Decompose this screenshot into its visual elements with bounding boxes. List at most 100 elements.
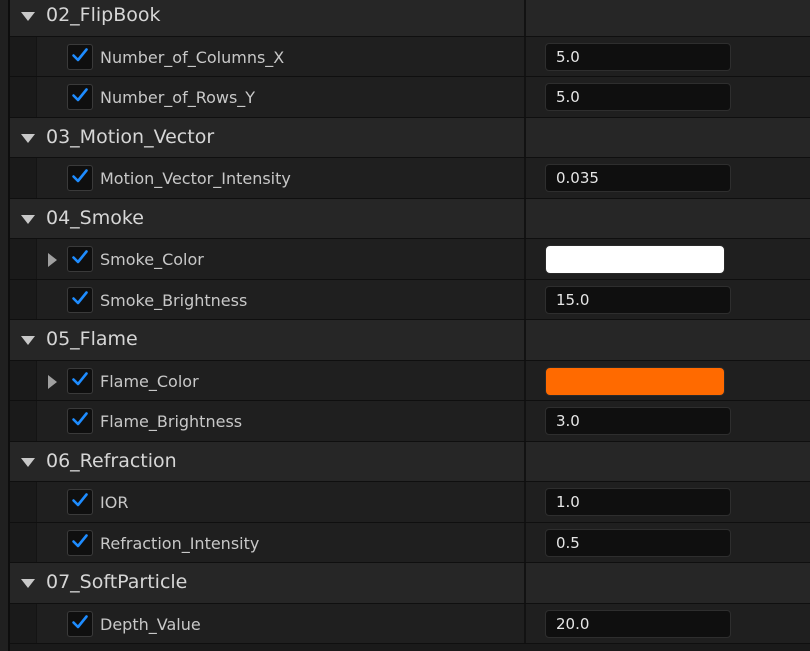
material-parameters-panel: 02_FlipBook Number_of_Columns_X Number_of_… [0,0,810,651]
category-value-cell [526,118,810,158]
override-checkbox[interactable] [67,610,93,637]
param-row-flame-brightness: Flame_Brightness [10,401,810,442]
checkmark-icon [71,289,89,311]
checkmark-icon [71,370,89,392]
param-label: Flame_Brightness [100,412,243,431]
value-input[interactable] [545,42,731,71]
override-checkbox[interactable] [67,489,93,515]
override-checkbox[interactable] [67,367,93,394]
override-checkbox[interactable] [67,43,93,70]
param-label: Motion_Vector_Intensity [100,169,291,188]
param-row-smoke-color: Smoke_Color [10,239,810,280]
param-row-number-of-rows-y: Number_of_Rows_Y [10,77,810,118]
param-value-cell [526,401,810,441]
param-value-cell [526,482,810,522]
category-label: 02_FlipBook [46,4,161,26]
param-row-motion-vector-intensity: Motion_Vector_Intensity [10,158,810,199]
param-label: Number_of_Rows_Y [100,88,256,107]
param-value-cell [526,158,810,198]
category-name-cell: 04_Smoke [10,199,524,239]
checkmark-icon [71,86,89,108]
param-value-cell [526,523,810,563]
left-rail [0,0,8,651]
override-checkbox[interactable] [67,246,93,272]
override-checkbox[interactable] [67,286,93,313]
param-row-depth-value: Depth_Value [10,603,810,644]
category-07-softparticle[interactable]: 07_SoftParticle [10,563,810,604]
param-name-cell: Depth_Value [10,604,524,644]
collapse-arrow-icon[interactable] [21,336,35,345]
category-04-smoke[interactable]: 04_Smoke [10,198,810,239]
param-label: Smoke_Brightness [100,290,248,310]
collapse-arrow-icon[interactable] [21,457,35,467]
category-label: 03_Motion_Vector [46,125,215,148]
override-checkbox[interactable] [67,408,93,434]
expand-arrow-icon[interactable] [48,374,57,389]
value-input[interactable] [545,488,731,516]
param-name-cell: Flame_Brightness [10,401,524,441]
param-row-smoke-brightness: Smoke_Brightness [10,279,810,320]
category-name-cell: 07_SoftParticle [10,563,524,603]
category-05-flame[interactable]: 05_Flame [10,320,810,361]
param-label: Flame_Color [100,371,199,391]
value-input[interactable] [545,83,731,111]
param-value-cell [526,280,810,320]
category-label: 06_Refraction [46,449,177,472]
param-label: Depth_Value [100,614,201,634]
param-value-cell [526,37,810,77]
param-label: Number_of_Columns_X [100,47,285,67]
param-name-cell: IOR [10,482,524,522]
category-06-refraction[interactable]: 06_Refraction [10,441,810,482]
value-input[interactable] [545,609,731,638]
checkmark-icon [71,167,89,189]
param-label: Smoke_Color [100,250,204,269]
override-checkbox[interactable] [67,84,93,110]
parameter-list: 02_FlipBook Number_of_Columns_X Number_of_… [10,0,810,644]
param-value-cell [526,239,810,279]
param-name-cell: Smoke_Brightness [10,280,524,320]
param-row-number-of-columns-x: Number_of_Columns_X [10,36,810,77]
category-label: 05_Flame [46,328,138,350]
param-name-cell: Flame_Color [10,361,524,401]
param-name-cell: Number_of_Columns_X [10,37,524,77]
param-name-cell: Smoke_Color [10,239,524,279]
param-row-ior: IOR [10,482,810,523]
category-value-cell [526,199,810,239]
category-label: 07_SoftParticle [46,571,188,593]
param-label: IOR [100,493,129,512]
checkmark-icon [71,532,89,554]
category-name-cell: 05_Flame [10,320,524,360]
category-value-cell [526,563,810,603]
checkmark-icon [71,491,89,513]
param-row-refraction-intensity: Refraction_Intensity [10,522,810,563]
checkmark-icon [71,410,89,432]
value-input[interactable] [545,407,731,435]
category-name-cell: 03_Motion_Vector [10,118,524,158]
collapse-arrow-icon[interactable] [21,12,35,21]
category-label: 04_Smoke [46,206,144,229]
value-input[interactable] [545,528,731,557]
value-input[interactable] [545,285,731,314]
param-row-flame-color: Flame_Color [10,360,810,401]
category-name-cell: 06_Refraction [10,442,524,482]
color-swatch[interactable] [545,366,725,396]
expand-arrow-icon[interactable] [48,253,57,267]
param-name-cell: Number_of_Rows_Y [10,77,524,117]
param-value-cell [526,77,810,117]
override-checkbox[interactable] [67,529,93,556]
category-02-flipbook[interactable]: 02_FlipBook [10,0,810,37]
category-value-cell [526,320,810,360]
collapse-arrow-icon[interactable] [21,133,35,143]
collapse-arrow-icon[interactable] [21,579,35,588]
value-input[interactable] [545,164,731,192]
category-03-motion-vector[interactable]: 03_Motion_Vector [10,117,810,158]
param-value-cell [526,604,810,644]
checkmark-icon [71,46,89,68]
color-swatch[interactable] [545,245,725,274]
override-checkbox[interactable] [67,165,93,191]
category-value-cell [526,0,810,36]
param-name-cell: Refraction_Intensity [10,523,524,563]
param-label: Refraction_Intensity [100,533,260,553]
param-value-cell [526,361,810,401]
collapse-arrow-icon[interactable] [21,214,35,224]
